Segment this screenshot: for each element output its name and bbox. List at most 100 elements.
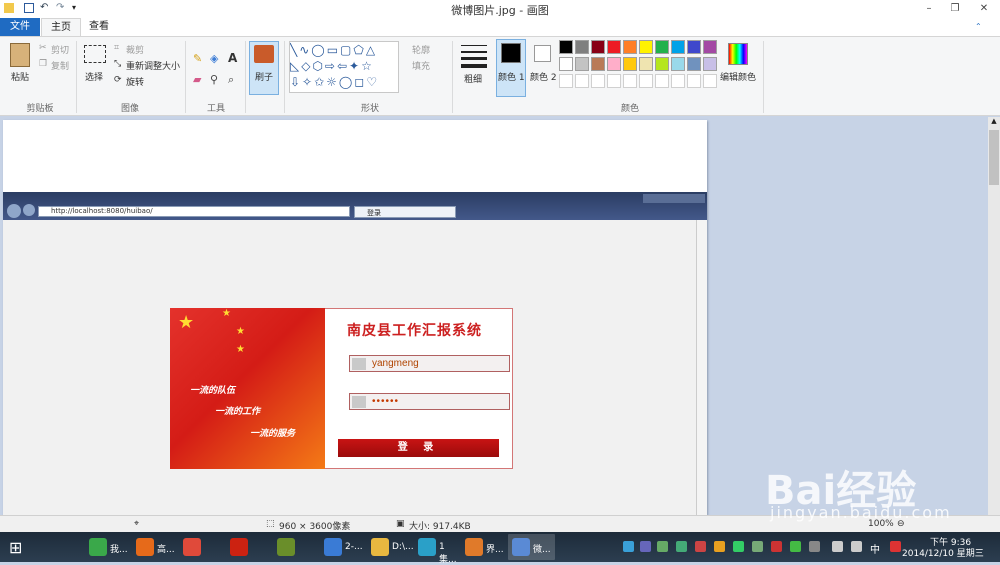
select-icon[interactable] bbox=[84, 45, 106, 63]
size-icon[interactable] bbox=[461, 45, 487, 46]
color-swatch[interactable] bbox=[591, 74, 605, 88]
color-swatch[interactable] bbox=[607, 57, 621, 71]
crop-button[interactable]: 裁剪 bbox=[126, 43, 144, 56]
tray-icon[interactable] bbox=[657, 541, 668, 552]
start-icon[interactable]: ⊞ bbox=[9, 539, 27, 557]
taskbar-item[interactable]: 高... bbox=[132, 534, 179, 560]
taskbar-item-label: 2-... bbox=[345, 542, 363, 552]
color-swatch[interactable] bbox=[591, 57, 605, 71]
volume-icon[interactable] bbox=[851, 541, 862, 552]
color1-swatch bbox=[501, 43, 521, 63]
tray-icon[interactable] bbox=[640, 541, 651, 552]
color-swatch[interactable] bbox=[687, 74, 701, 88]
taskbar-item[interactable]: 1集... bbox=[414, 534, 461, 565]
back-icon bbox=[7, 204, 21, 218]
taskbar-item[interactable]: 微... bbox=[508, 534, 555, 560]
tray-icon[interactable] bbox=[714, 541, 725, 552]
taskbar-item-label: 微... bbox=[533, 545, 551, 555]
select-button[interactable]: 选择 bbox=[85, 70, 103, 83]
network-icon[interactable] bbox=[832, 541, 843, 552]
copy-button[interactable]: 复制 bbox=[51, 59, 69, 72]
tab-file[interactable]: 文件 bbox=[0, 18, 40, 36]
app-icon bbox=[418, 538, 436, 556]
restore-button[interactable]: ❐ bbox=[942, 0, 968, 17]
tray-icon[interactable] bbox=[695, 541, 706, 552]
size-line bbox=[461, 51, 487, 53]
rotate-button[interactable]: 旋转 bbox=[126, 75, 144, 88]
shield-icon[interactable] bbox=[676, 541, 687, 552]
magnifier-icon[interactable]: ⌕ bbox=[228, 73, 234, 87]
taskbar-item[interactable] bbox=[179, 534, 226, 560]
ime-indicator[interactable]: 中 bbox=[870, 541, 880, 556]
color-swatch[interactable] bbox=[687, 40, 701, 54]
tray-icon[interactable] bbox=[790, 541, 801, 552]
minimize-button[interactable]: – bbox=[916, 0, 942, 17]
scroll-up-icon[interactable]: ▲ bbox=[989, 117, 999, 127]
paste-button[interactable]: 粘贴 bbox=[11, 70, 29, 83]
sogou-icon[interactable] bbox=[890, 541, 901, 552]
color-swatch[interactable] bbox=[623, 40, 637, 54]
edit-colors-icon[interactable] bbox=[728, 43, 748, 65]
resize-button[interactable]: 重新调整大小 bbox=[126, 59, 180, 72]
color-swatch[interactable] bbox=[575, 57, 589, 71]
tray-icon[interactable] bbox=[623, 541, 634, 552]
color-swatch[interactable] bbox=[639, 57, 653, 71]
color-swatch[interactable] bbox=[639, 40, 653, 54]
fill-bucket-icon[interactable]: ◈ bbox=[210, 52, 218, 65]
text-tool-icon[interactable]: A bbox=[228, 51, 237, 65]
tray-icon[interactable] bbox=[733, 541, 744, 552]
paste-icon[interactable] bbox=[10, 43, 30, 67]
taskbar-item[interactable]: 我... bbox=[85, 534, 132, 560]
scroll-thumb[interactable] bbox=[989, 130, 999, 185]
vertical-scrollbar[interactable]: ▲ bbox=[988, 117, 1000, 515]
color-swatch[interactable] bbox=[671, 57, 685, 71]
color-swatch[interactable] bbox=[655, 40, 669, 54]
color-swatch[interactable] bbox=[703, 57, 717, 71]
tray-icon[interactable] bbox=[752, 541, 763, 552]
color-swatch[interactable] bbox=[559, 40, 573, 54]
close-button[interactable]: ✕ bbox=[968, 0, 1000, 17]
fill-button[interactable]: 填充 bbox=[412, 59, 430, 72]
taskbar-item[interactable]: D:\... bbox=[367, 534, 414, 560]
color-swatch[interactable] bbox=[591, 40, 605, 54]
ribbon-collapse-icon[interactable]: ⌃ bbox=[975, 22, 982, 31]
color-swatch[interactable] bbox=[639, 74, 653, 88]
color2-swatch[interactable] bbox=[534, 45, 551, 62]
eraser-icon[interactable]: ▰ bbox=[193, 73, 201, 86]
color-swatch[interactable] bbox=[671, 74, 685, 88]
tray-icon[interactable] bbox=[809, 541, 820, 552]
tray-icon[interactable] bbox=[771, 541, 782, 552]
clock-date[interactable]: 2014/12/10 星期三 bbox=[902, 546, 984, 559]
color-swatch[interactable] bbox=[703, 74, 717, 88]
cut-icon: ✂ bbox=[39, 43, 47, 53]
color-swatch[interactable] bbox=[575, 74, 589, 88]
shapes-gallery[interactable]: ╲∿◯▭▢⬠△ ◺◇⬡⇨⇦✦☆ ⇩✧✩☼◯◻♡ bbox=[289, 41, 399, 93]
color-swatch[interactable] bbox=[559, 57, 573, 71]
color-swatch[interactable] bbox=[687, 57, 701, 71]
taskbar-item[interactable]: 2-... bbox=[320, 534, 367, 560]
tab-view[interactable]: 查看 bbox=[82, 18, 116, 36]
color-swatch[interactable] bbox=[559, 74, 573, 88]
color-picker-icon[interactable]: ⚲ bbox=[210, 73, 218, 86]
taskbar-item[interactable] bbox=[273, 534, 320, 560]
edit-colors-button[interactable]: 编辑颜色 bbox=[720, 70, 756, 83]
tab-home[interactable]: 主页 bbox=[41, 18, 81, 36]
color-swatch[interactable] bbox=[575, 40, 589, 54]
color-swatch[interactable] bbox=[671, 40, 685, 54]
file-size-icon: ▣ bbox=[396, 519, 405, 529]
color-swatch[interactable] bbox=[623, 57, 637, 71]
color-swatch[interactable] bbox=[655, 74, 669, 88]
color-swatch[interactable] bbox=[623, 74, 637, 88]
outline-button[interactable]: 轮廓 bbox=[412, 43, 430, 56]
color-swatch[interactable] bbox=[655, 57, 669, 71]
taskbar-item[interactable]: 界... bbox=[461, 534, 508, 560]
color-swatch[interactable] bbox=[607, 40, 621, 54]
file-size: 大小: 917.4KB bbox=[409, 522, 471, 532]
star-icon: ★ bbox=[178, 312, 195, 333]
clipboard-group-label: 剪贴板 bbox=[26, 104, 54, 114]
pencil-icon[interactable]: ✎ bbox=[193, 52, 202, 65]
color-swatch[interactable] bbox=[703, 40, 717, 54]
taskbar-item[interactable] bbox=[226, 534, 273, 560]
color-swatch[interactable] bbox=[607, 74, 621, 88]
cut-button[interactable]: 剪切 bbox=[51, 43, 69, 56]
